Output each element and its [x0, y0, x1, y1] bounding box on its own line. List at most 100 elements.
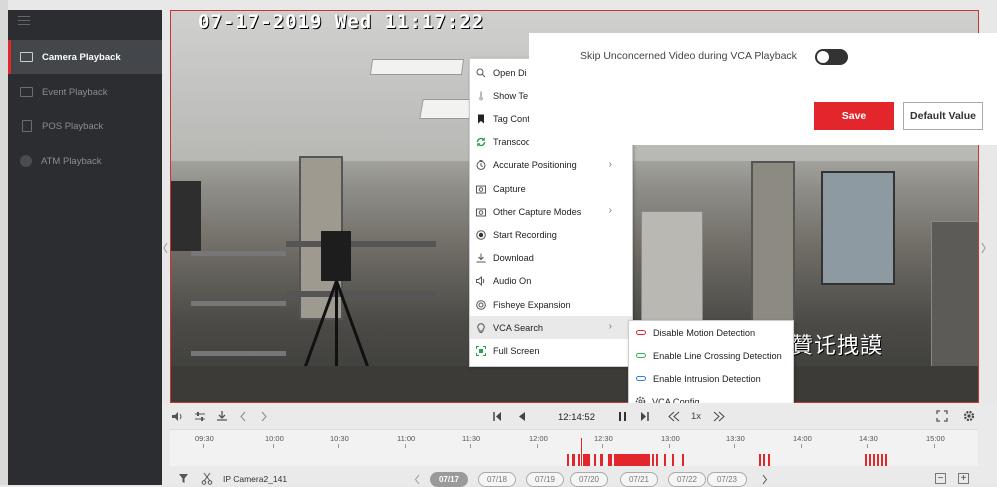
osd-timestamp: 07-17-2019 Wed 11:17:22 [198, 11, 485, 33]
speaker-icon [476, 276, 486, 287]
adjust-icon[interactable] [194, 411, 206, 422]
recording-segment [682, 454, 684, 466]
context-menu-item[interactable]: Full Screen [470, 339, 632, 362]
playback-toolbar: 12:14:52 1x 09:30 10:00 10:30 11:00 11:30 12:… [162, 403, 997, 487]
timeline-tick [602, 444, 603, 448]
timeline-tick [734, 444, 735, 448]
recording-segment [656, 454, 658, 466]
context-menu-item[interactable]: Fisheye Expansion [470, 293, 632, 316]
vca-settings-panel: Skip Unconcerned Video during VCA Playba… [529, 33, 997, 145]
bulb-icon [476, 322, 486, 333]
detection-status-icon [636, 330, 646, 335]
timeline-playhead[interactable] [581, 438, 582, 466]
context-menu-item[interactable]: Capture [470, 177, 632, 200]
context-menu-label: Capture [493, 183, 526, 194]
reverse-frame-icon[interactable] [492, 411, 502, 422]
date-next-icon[interactable] [761, 474, 768, 485]
playback-speed: 1x [691, 411, 702, 422]
recording-segment [865, 454, 867, 466]
context-menu-label: VCA Search [493, 322, 544, 333]
osd-text: 贊讬拽謨 [791, 334, 884, 359]
reverse-play-icon[interactable] [517, 411, 526, 422]
volume-icon[interactable] [171, 411, 183, 422]
vca-submenu-label: Disable Motion Detection [653, 327, 756, 338]
context-menu-item[interactable]: VCA Search › [470, 316, 632, 340]
timeline-tick-label: 12:30 [594, 434, 613, 443]
previous-icon[interactable] [239, 411, 247, 422]
recording-segment [768, 454, 770, 466]
recording-segment [583, 454, 590, 466]
fullscreen-icon[interactable] [936, 410, 948, 422]
camera-name: IP Camera2_141 [223, 474, 288, 484]
sidebar-item-event-playback[interactable]: Event Playback [8, 75, 162, 109]
clock-icon [476, 160, 486, 171]
timeline-tick [669, 444, 670, 448]
vca-submenu-item[interactable]: Disable Motion Detection [629, 321, 793, 344]
recording-segment [600, 454, 603, 466]
zoom-in-button[interactable]: + [958, 473, 969, 484]
recording-segment [877, 454, 879, 466]
sidebar-item-label: POS Playback [42, 120, 104, 132]
recording-segment [664, 454, 666, 466]
timeline-tick-label: 13:00 [661, 434, 680, 443]
timeline-tick [801, 444, 802, 448]
default-value-button[interactable]: Default Value [903, 102, 983, 130]
slow-down-icon[interactable] [667, 411, 681, 422]
sidebar-item-pos-playback[interactable]: POS Playback [8, 109, 162, 143]
camera-playback-icon [20, 52, 33, 62]
context-menu-label: Start Recording [493, 229, 557, 240]
camera-icon [476, 207, 486, 217]
sidebar-item-atm-playback[interactable]: ATM Playback [8, 144, 162, 178]
recording-segment [885, 454, 887, 466]
collapse-left-icon[interactable] [163, 242, 168, 254]
atm-playback-icon [20, 155, 32, 167]
vca-submenu-item[interactable]: Enable Line Crossing Detection [629, 344, 793, 367]
menu-icon[interactable] [18, 16, 30, 26]
zoom-out-button[interactable]: − [935, 473, 946, 484]
recording-segment [567, 454, 569, 466]
context-menu-label: Accurate Positioning [493, 160, 577, 171]
single-frame-icon[interactable] [640, 411, 650, 422]
detection-status-icon [636, 353, 646, 358]
vca-submenu-item[interactable]: Enable Intrusion Detection [629, 367, 793, 390]
submenu-chevron-icon: › [608, 158, 612, 170]
context-menu-label: Full Screen [493, 345, 540, 356]
submenu-chevron-icon: › [608, 321, 612, 333]
sidebar-item-label: Event Playback [42, 86, 108, 98]
context-menu-item[interactable]: Accurate Positioning › [470, 154, 632, 177]
context-menu-item[interactable]: Start Recording [470, 223, 632, 246]
save-button[interactable]: Save [814, 102, 894, 130]
download-icon[interactable] [216, 410, 228, 422]
skip-unconcerned-toggle[interactable] [815, 49, 848, 65]
filter-icon[interactable] [178, 473, 189, 484]
submenu-chevron-icon: › [608, 205, 612, 217]
context-menu-label: Audio On [493, 276, 532, 287]
sidebar-item-camera-playback[interactable]: Camera Playback [8, 40, 162, 74]
pause-icon[interactable] [618, 411, 627, 422]
date-prev-icon[interactable] [414, 474, 421, 485]
context-menu-label: Transcod [493, 137, 531, 148]
vca-submenu-label: Enable Line Crossing Detection [653, 350, 782, 361]
clip-icon[interactable] [201, 472, 213, 485]
speed-up-icon[interactable] [712, 411, 726, 422]
settings-gear-icon[interactable] [963, 410, 975, 422]
sidebar-item-label: ATM Playback [41, 155, 102, 167]
download-icon [476, 253, 486, 263]
zoom-icon [476, 68, 486, 78]
context-menu-label: Open Di [493, 67, 527, 78]
recording-segment [873, 454, 875, 466]
vca-submenu-label: Enable Intrusion Detection [653, 373, 761, 384]
timeline-tick-label: 09:30 [195, 434, 214, 443]
timeline[interactable]: 09:30 10:00 10:30 11:00 11:30 12:00 12:30 13:00… [170, 429, 978, 466]
context-menu-item[interactable]: Other Capture Modes › [470, 200, 632, 223]
recording-segment [652, 454, 654, 466]
collapse-right-icon[interactable] [981, 242, 986, 254]
thermometer-icon [476, 91, 486, 101]
context-menu-item[interactable]: Download [470, 247, 632, 270]
pos-playback-icon [22, 120, 32, 132]
next-icon[interactable] [260, 411, 268, 422]
timeline-tick-label: 10:00 [265, 434, 284, 443]
timeline-tick-label: 12:00 [529, 434, 548, 443]
recording-segment [594, 454, 596, 466]
context-menu-item[interactable]: Audio On [470, 270, 632, 293]
